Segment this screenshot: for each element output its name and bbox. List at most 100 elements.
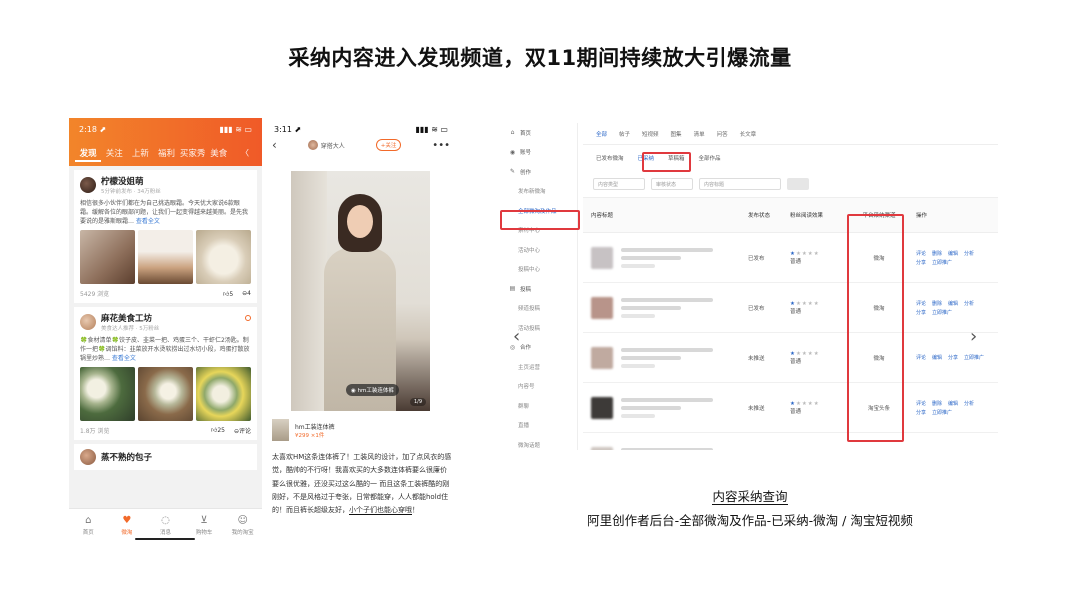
sidebar-item[interactable]: 发布新微淘 bbox=[498, 182, 577, 202]
row-action-link[interactable]: 删除 bbox=[932, 300, 942, 307]
row-action-link[interactable]: 分享 bbox=[916, 259, 926, 266]
row-eval: ★★★★★ 普通 bbox=[790, 251, 848, 265]
comment-button[interactable]: ⊖4 bbox=[242, 290, 251, 298]
card-follow-button[interactable] bbox=[245, 315, 251, 321]
table-row[interactable]: 未推送 ★★★★★ 普通 微淘 评论 编辑 分享 立即推广 bbox=[583, 333, 998, 383]
read-more-link[interactable]: 查看全文 bbox=[112, 355, 136, 362]
table-row[interactable]: 未推送★★★★★普通微淘评论删除编辑 bbox=[583, 433, 998, 450]
subtab-published[interactable]: 已发布微淘 bbox=[596, 154, 624, 162]
card-image[interactable] bbox=[80, 230, 135, 284]
header-eval: 粉丝阅读效果 bbox=[790, 213, 824, 219]
sidebar-icon: ✎ bbox=[509, 168, 516, 176]
sidebar-item[interactable]: 主页运营 bbox=[498, 357, 577, 377]
header-status: 发布状态 bbox=[748, 213, 771, 219]
feed-card[interactable]: 柠檬没姐萌 5分钟前发布 · 34万粉丝 相信很多小伙伴们都在为自己挑选眼霜。今… bbox=[74, 170, 257, 303]
search-button[interactable] bbox=[787, 178, 809, 190]
tab-welfare[interactable]: 福利 bbox=[153, 147, 179, 162]
row-action-link[interactable]: 编辑 bbox=[932, 354, 942, 361]
tab-long-article[interactable]: 长文章 bbox=[740, 130, 757, 138]
product-price: ¥299 ×1件 bbox=[295, 432, 325, 439]
tab-follow[interactable]: 关注 bbox=[101, 147, 127, 162]
card-image[interactable] bbox=[80, 367, 135, 421]
sidebar-item[interactable]: 内容号 bbox=[498, 377, 577, 397]
tab-list[interactable]: 清单 bbox=[694, 130, 705, 138]
like-button[interactable]: 👍︎25 bbox=[211, 426, 225, 435]
sidebar-item[interactable]: 活动投稿 bbox=[498, 318, 577, 338]
tabbar-home[interactable]: ⌂ 首页 bbox=[69, 509, 108, 542]
row-action-link[interactable]: 评论 bbox=[916, 300, 926, 307]
follow-button[interactable]: +关注 bbox=[375, 139, 402, 151]
read-more-link[interactable]: 查看全文 bbox=[136, 218, 160, 225]
row-action-link[interactable]: 分享 bbox=[948, 354, 958, 361]
review-status-select[interactable]: 审核状态 bbox=[651, 178, 693, 190]
row-action-link[interactable]: 立即推广 bbox=[932, 259, 952, 266]
tab-discover[interactable]: 发现 bbox=[75, 147, 102, 162]
row-action-link[interactable]: 分享 bbox=[916, 309, 926, 316]
row-action-link[interactable]: 分享 bbox=[916, 409, 926, 416]
header-ops: 操作 bbox=[916, 213, 928, 219]
tab-short-video[interactable]: 短视频 bbox=[642, 130, 659, 138]
sidebar-item-label: 群聊 bbox=[518, 403, 530, 410]
tab-all[interactable]: 全部 bbox=[596, 130, 607, 138]
sidebar-item[interactable]: 群聊 bbox=[498, 396, 577, 416]
product-tag[interactable]: ◉ hm工装连体裤 bbox=[346, 384, 399, 396]
status-time: 3:11 ⬈ bbox=[274, 125, 302, 134]
sidebar-item[interactable]: ◉ 账号 bbox=[498, 143, 577, 163]
next-arrow-icon[interactable]: › bbox=[970, 326, 977, 347]
like-button[interactable]: 👍︎5 bbox=[223, 290, 233, 298]
table-row[interactable]: 已发布 ★★★★★ 普通 微淘 评论 删除 编辑 分析 分享 立即推广 bbox=[583, 283, 998, 333]
post-author[interactable]: 穿搭大人 bbox=[307, 140, 345, 150]
row-action-link[interactable]: 评论 bbox=[916, 250, 926, 257]
more-icon[interactable]: ••• bbox=[432, 140, 450, 151]
row-action-link[interactable]: 删除 bbox=[932, 250, 942, 257]
tab-gallery[interactable]: 图集 bbox=[671, 130, 682, 138]
prev-arrow-icon[interactable]: ‹ bbox=[513, 326, 520, 347]
tab-food[interactable]: 美食 bbox=[206, 147, 232, 162]
row-action-link[interactable]: 编辑 bbox=[948, 400, 958, 407]
card-image[interactable] bbox=[196, 230, 251, 284]
sidebar-item[interactable]: 投稿中心 bbox=[498, 260, 577, 280]
row-action-link[interactable]: 编辑 bbox=[948, 300, 958, 307]
sidebar-item[interactable]: 直播 bbox=[498, 416, 577, 436]
sidebar-item[interactable]: 活动中心 bbox=[498, 240, 577, 260]
table-row[interactable]: 已发布 ★★★★★ 普通 微淘 评论 删除 编辑 分析 分享 立即推广 bbox=[583, 233, 998, 283]
sidebar-item[interactable]: ▤ 投稿 bbox=[498, 279, 577, 299]
product-card[interactable]: hm工装连体裤 ¥299 ×1件 bbox=[272, 419, 450, 441]
row-action-link[interactable]: 立即推广 bbox=[932, 309, 952, 316]
sidebar-icon: ◉ bbox=[509, 148, 516, 156]
table-row[interactable]: 未推送 ★★★★★ 普通 淘宝头条 评论 删除 编辑 分析 分享 立即推广 bbox=[583, 383, 998, 433]
tab-more-chevron-icon[interactable]: 〈 bbox=[232, 147, 258, 162]
row-action-link[interactable]: 立即推广 bbox=[932, 409, 952, 416]
row-action-link[interactable]: 分析 bbox=[964, 250, 974, 257]
comment-button[interactable]: ⊖评论 bbox=[234, 426, 251, 435]
row-action-link[interactable]: 编辑 bbox=[948, 250, 958, 257]
row-action-link[interactable]: 评论 bbox=[916, 354, 926, 361]
sidebar-item[interactable]: ⌂ 首页 bbox=[498, 123, 577, 143]
post-photo[interactable]: ◉ hm工装连体裤 1/9 bbox=[291, 171, 430, 411]
sidebar-item[interactable]: ✎ 创作 bbox=[498, 162, 577, 182]
feed-card[interactable]: 麻花美食工坊 美食达人推荐 · 5万粉丝 🍀食材清单🍀饺子皮、韭菜一把、鸡蛋三个… bbox=[74, 307, 257, 440]
sidebar-item[interactable]: 频道投稿 bbox=[498, 299, 577, 319]
card-image[interactable] bbox=[196, 367, 251, 421]
tabbar-my-taobao[interactable]: ☺ 我的淘宝 bbox=[223, 509, 262, 542]
back-icon[interactable]: ‹ bbox=[272, 138, 277, 152]
row-action-link[interactable]: 立即推广 bbox=[964, 354, 984, 361]
row-action-link[interactable]: 删除 bbox=[932, 400, 942, 407]
title-search-input[interactable]: 内容标题 bbox=[699, 178, 781, 190]
card-image[interactable] bbox=[138, 367, 193, 421]
row-action-link[interactable]: 分析 bbox=[964, 400, 974, 407]
tab-qa[interactable]: 问答 bbox=[717, 130, 728, 138]
sidebar-item[interactable]: ◎ 合作 bbox=[498, 338, 577, 358]
subtab-all-works[interactable]: 全部作品 bbox=[699, 154, 721, 162]
row-action-link[interactable]: 评论 bbox=[916, 400, 926, 407]
feed-card[interactable]: 蒸不熟的包子 bbox=[74, 444, 257, 470]
row-action-link[interactable]: 分析 bbox=[964, 300, 974, 307]
tab-posts[interactable]: 帖子 bbox=[619, 130, 630, 138]
card-image[interactable] bbox=[138, 230, 193, 284]
sidebar-item-label: 首页 bbox=[520, 130, 532, 137]
tab-buyer-show[interactable]: 买家秀 bbox=[180, 147, 206, 162]
tab-new[interactable]: 上新 bbox=[127, 147, 153, 162]
content-thumbnail bbox=[591, 346, 613, 369]
sidebar-item[interactable]: 微淘话题 bbox=[498, 435, 577, 450]
content-type-select[interactable]: 内容类型 bbox=[593, 178, 645, 190]
